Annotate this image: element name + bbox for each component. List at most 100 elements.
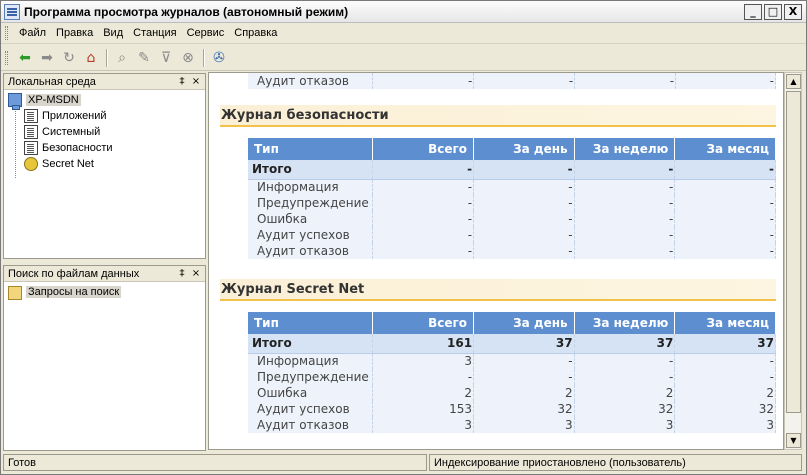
refresh-icon[interactable]: ↻ (59, 48, 79, 68)
log-icon (24, 109, 38, 123)
report-content: Аудит отказов - - - - Журнал безопасност… (208, 72, 784, 450)
app-window: Программа просмотра журналов (автономный… (0, 0, 807, 475)
title-bar: Программа просмотра журналов (автономный… (1, 1, 806, 23)
cell-total: - (372, 211, 475, 227)
cell-month: - (674, 227, 776, 243)
cell-day: - (473, 211, 575, 227)
clear-filter-icon[interactable]: ⊗ (178, 48, 198, 68)
table-row: Аудит успехов - - - - (248, 227, 776, 243)
close-pane-icon[interactable]: × (189, 76, 203, 87)
menu-edit[interactable]: Правка (51, 23, 98, 44)
tree-node-root[interactable]: XP-MSDN (8, 92, 205, 110)
cell-month: - (674, 179, 776, 195)
tree-node-secret-net[interactable]: Secret Net (8, 156, 205, 172)
local-environment-pane: Локальная среда ‡ × XP-MSDN Приложений С… (3, 73, 206, 259)
menu-station[interactable]: Станция (128, 23, 181, 44)
forward-arrow-icon[interactable]: ➡ (37, 48, 57, 68)
cell-month: 3 (674, 417, 776, 433)
cell-total: 3 (372, 417, 475, 433)
row-label: Ошибка (248, 385, 374, 401)
table-row: Информация - - - - (248, 179, 776, 195)
window-title: Программа просмотра журналов (автономный… (24, 4, 349, 19)
cell-total: - (372, 73, 475, 89)
row-label: Аудит отказов (248, 417, 374, 433)
cell-month: - (674, 160, 776, 180)
cell-day: - (473, 160, 575, 180)
row-label: Итого (248, 334, 374, 354)
home-icon[interactable]: ⌂ (81, 48, 101, 68)
cell-day: - (473, 73, 576, 89)
row-label: Итого (248, 160, 374, 180)
pin-icon[interactable]: ‡ (175, 268, 189, 279)
menubar-grip (5, 26, 8, 40)
cell-day: 37 (473, 334, 575, 354)
filter-icon[interactable]: ⊽ (156, 48, 176, 68)
row-label: Предупреждение (248, 195, 374, 211)
cell-month: 37 (674, 334, 776, 354)
cell-month: 32 (674, 401, 776, 417)
status-indexing: Индексирование приостановлено (пользоват… (429, 454, 802, 471)
cell-total: 2 (372, 385, 475, 401)
vertical-scrollbar[interactable]: ▲ ▼ (784, 72, 802, 450)
cell-month: - (674, 211, 776, 227)
table-row: Аудит успехов 153 32 32 32 (248, 401, 776, 417)
row-label: Информация (248, 353, 374, 369)
cell-total: - (372, 179, 475, 195)
close-button[interactable]: X (784, 4, 802, 20)
menu-view[interactable]: Вид (98, 23, 128, 44)
cell-month: - (674, 195, 776, 211)
scroll-down-button[interactable]: ▼ (786, 433, 801, 448)
minimize-button[interactable]: _ (744, 4, 762, 20)
scroll-up-button[interactable]: ▲ (786, 74, 801, 89)
col-week: За неделю (574, 138, 676, 160)
menu-file[interactable]: Файл (14, 23, 51, 44)
cell-total: - (372, 243, 475, 259)
properties-icon[interactable]: ✎ (134, 48, 154, 68)
scroll-thumb[interactable] (786, 91, 801, 413)
maximize-button[interactable]: □ (764, 4, 782, 20)
table-row: Ошибка 2 2 2 2 (248, 385, 776, 401)
col-week: За неделю (574, 312, 676, 334)
tree-view: XP-MSDN Приложений Системный Безопасност… (4, 90, 205, 178)
cell-week: - (574, 195, 676, 211)
tree-node-system[interactable]: Системный (8, 124, 205, 140)
menu-service[interactable]: Сервис (182, 23, 230, 44)
tree-node-search-queries[interactable]: Запросы на поиск (8, 284, 205, 300)
cell-total: - (372, 227, 475, 243)
app-log-icon (4, 3, 20, 20)
cell-total: 153 (372, 401, 475, 417)
partial-table: Аудит отказов - - - - (248, 73, 776, 89)
col-month: За месяц (674, 312, 776, 334)
toolbar-grip (5, 50, 8, 65)
cell-week: - (574, 179, 676, 195)
cell-week: 32 (574, 401, 676, 417)
row-label: Аудит успехов (248, 401, 374, 417)
col-month: За месяц (674, 138, 776, 160)
tree-node-label: Приложений (42, 110, 107, 122)
back-arrow-icon[interactable]: ⬅ (15, 48, 35, 68)
tree-node-label: Системный (42, 126, 101, 138)
cell-day: - (473, 243, 575, 259)
cell-total: - (372, 195, 475, 211)
cell-month: - (674, 353, 776, 369)
cell-day: - (473, 227, 575, 243)
table-row-total: Итого - - - - (248, 160, 776, 180)
search-icon[interactable]: ⌕ (112, 48, 132, 68)
pin-icon[interactable]: ‡ (175, 76, 189, 87)
pane-header: Локальная среда ‡ × (4, 74, 205, 90)
col-total: Всего (372, 138, 475, 160)
menu-help[interactable]: Справка (229, 23, 282, 44)
tree-node-security[interactable]: Безопасности (8, 140, 205, 156)
tree-node-applications[interactable]: Приложений (8, 108, 205, 124)
tree-view: Запросы на поиск (4, 282, 205, 300)
cell-week: - (574, 211, 676, 227)
cell-week: - (574, 369, 676, 385)
folder-icon (8, 286, 22, 300)
close-pane-icon[interactable]: × (189, 268, 203, 279)
data-file-search-pane: Поиск по файлам данных ‡ × Запросы на по… (3, 265, 206, 451)
toolbar-separator (106, 48, 107, 67)
row-label: Аудит успехов (248, 227, 374, 243)
pane-title: Локальная среда (8, 75, 96, 88)
settings-wrench-icon[interactable]: ✇ (209, 48, 229, 68)
row-label: Информация (248, 179, 374, 195)
